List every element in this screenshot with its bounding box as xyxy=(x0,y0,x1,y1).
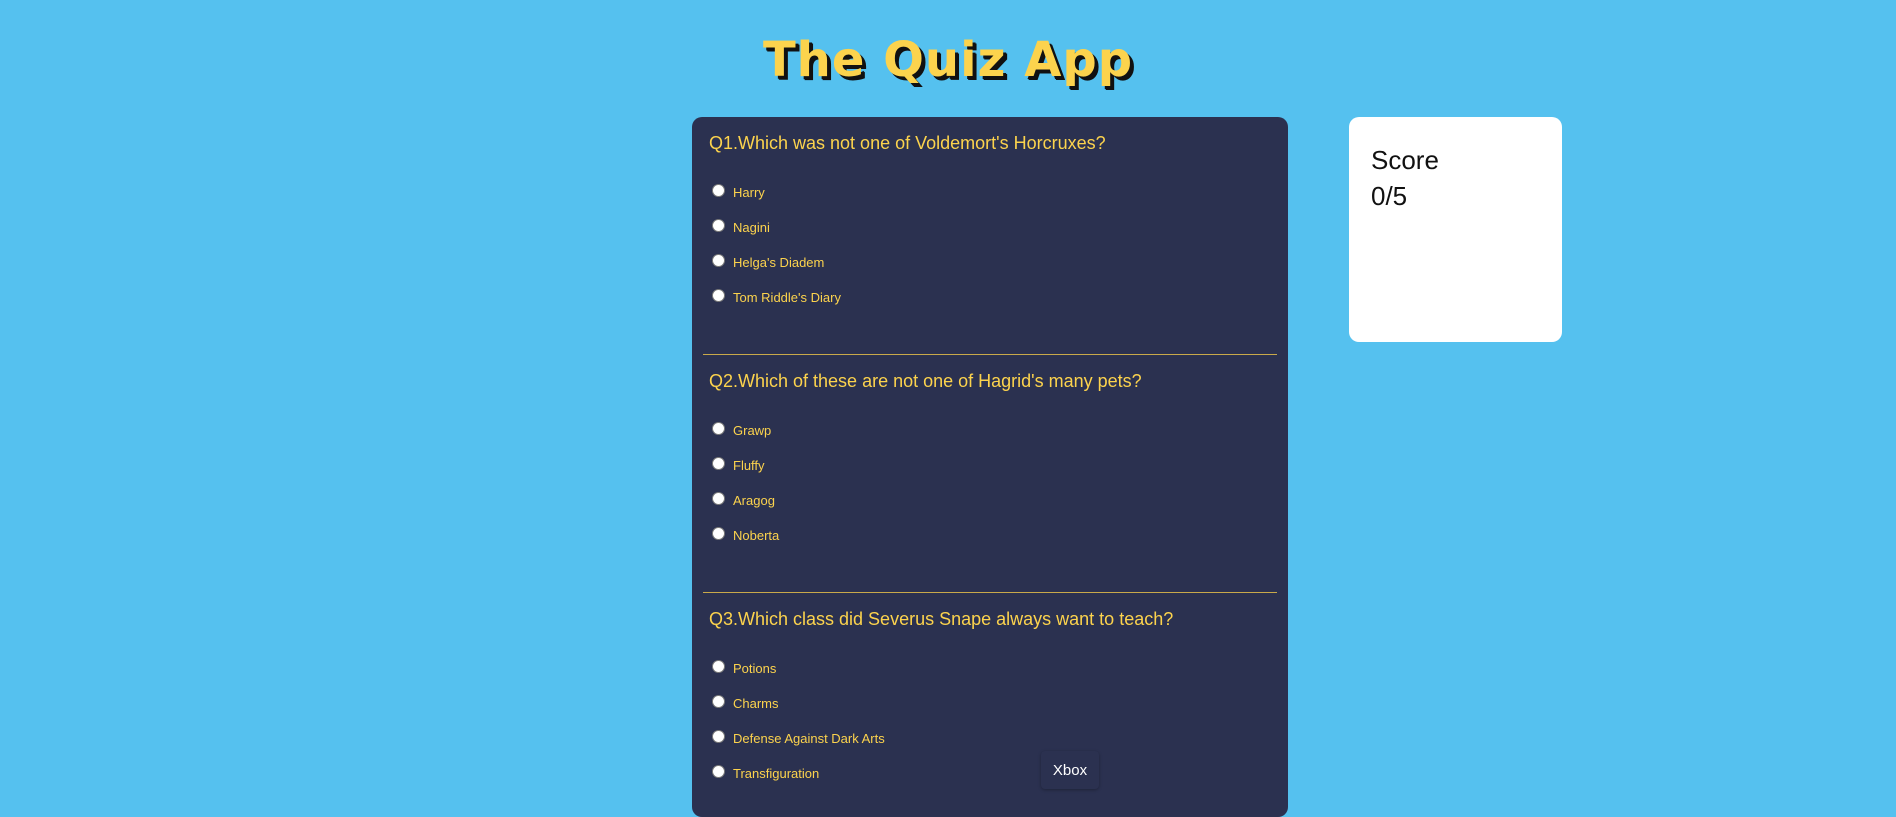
option-harry[interactable]: Harry xyxy=(712,180,765,200)
question-text: Q2.Which of these are not one of Hagrid'… xyxy=(709,371,1142,391)
option-transfiguration[interactable]: Transfiguration xyxy=(712,761,819,781)
option-noberta[interactable]: Noberta xyxy=(712,523,779,543)
option-radio[interactable] xyxy=(712,526,725,540)
option-aragog[interactable]: Aragog xyxy=(712,488,775,508)
option-radio[interactable] xyxy=(712,456,725,470)
question-2: Q2.Which of these are not one of Hagrid'… xyxy=(692,355,1288,593)
question-3: Q3.Which class did Severus Snape always … xyxy=(692,593,1288,817)
option-label: Charms xyxy=(733,695,779,711)
quiz-panel: Q1.Which was not one of Voldemort's Horc… xyxy=(692,117,1288,817)
option-radio[interactable] xyxy=(712,421,725,435)
option-label: Nagini xyxy=(733,219,770,235)
tooltip: Xbox xyxy=(1041,751,1099,789)
score-value: 0/5 xyxy=(1371,181,1408,211)
option-fluffy[interactable]: Fluffy xyxy=(712,453,765,473)
option-helgas-diadem[interactable]: Helga's Diadem xyxy=(712,250,824,270)
option-label: Aragog xyxy=(733,492,775,508)
option-grawp[interactable]: Grawp xyxy=(712,418,771,438)
option-radio[interactable] xyxy=(712,491,725,505)
question-text: Q3.Which class did Severus Snape always … xyxy=(709,609,1174,629)
option-label: Harry xyxy=(733,184,765,200)
option-label: Potions xyxy=(733,660,777,676)
option-label: Grawp xyxy=(733,422,772,438)
option-label: Noberta xyxy=(733,527,780,543)
option-tom-riddles-diary[interactable]: Tom Riddle's Diary xyxy=(712,285,841,305)
option-nagini[interactable]: Nagini xyxy=(712,215,770,235)
option-radio[interactable] xyxy=(712,218,725,232)
option-radio[interactable] xyxy=(712,253,725,267)
option-radio[interactable] xyxy=(712,694,725,708)
app-title: The Quiz App xyxy=(762,32,1134,88)
option-radio[interactable] xyxy=(712,729,725,743)
question-1: Q1.Which was not one of Voldemort's Horc… xyxy=(692,117,1288,355)
option-radio[interactable] xyxy=(712,659,725,673)
option-label: Tom Riddle's Diary xyxy=(733,289,841,305)
question-text: Q1.Which was not one of Voldemort's Horc… xyxy=(709,133,1106,153)
option-radio[interactable] xyxy=(712,764,725,778)
score-card: Score 0/5 xyxy=(1349,117,1562,342)
option-radio[interactable] xyxy=(712,183,725,197)
option-defense-against-dark-arts[interactable]: Defense Against Dark Arts xyxy=(712,726,885,746)
option-label: Fluffy xyxy=(733,457,765,473)
option-label: Defense Against Dark Arts xyxy=(733,730,885,746)
option-label: Helga's Diadem xyxy=(733,254,825,270)
score-label: Score xyxy=(1371,145,1439,175)
option-charms[interactable]: Charms xyxy=(712,691,779,711)
option-radio[interactable] xyxy=(712,288,725,302)
option-label: Transfiguration xyxy=(733,765,820,781)
option-potions[interactable]: Potions xyxy=(712,656,776,676)
